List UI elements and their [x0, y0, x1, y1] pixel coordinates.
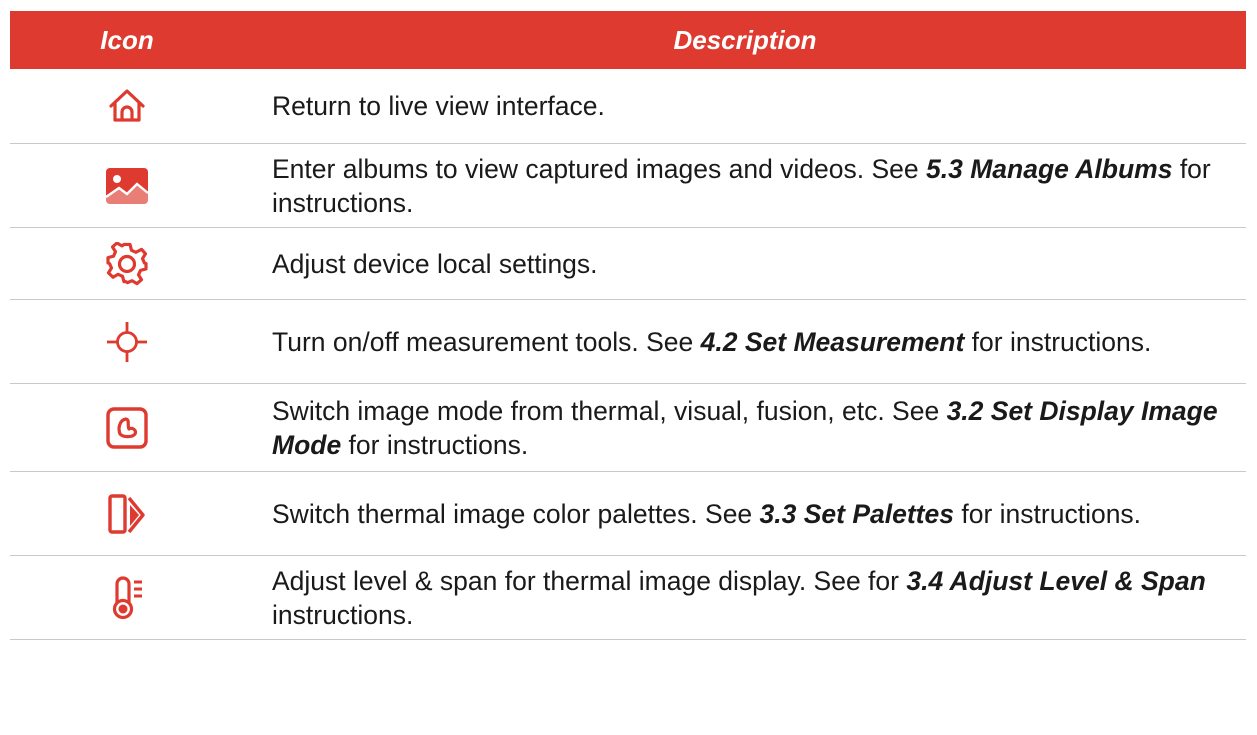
image-mode-icon [106, 406, 148, 449]
header-description-column: Description [673, 24, 817, 55]
table-row: Adjust device local settings. [10, 228, 1246, 300]
icon-description-table: Icon Description Return to live view int… [10, 11, 1246, 640]
row-description: Switch thermal image color palettes. See… [272, 498, 1142, 529]
section-reference[interactable]: 4.2 Set Measurement [701, 327, 965, 357]
row-description: Return to live view interface. [272, 91, 605, 121]
header-icon-column: Icon [100, 24, 154, 55]
table-row: Switch thermal image color palettes. See… [10, 472, 1246, 556]
table-row: Enter albums to view captured images and… [10, 144, 1246, 228]
table-row: Switch image mode from thermal, visual, … [10, 384, 1246, 472]
section-reference[interactable]: 3.4 Adjust Level & Span [906, 566, 1205, 596]
row-description: Turn on/off measurement tools. See 4.2 S… [272, 326, 1152, 357]
table-row: Turn on/off measurement tools. See 4.2 S… [10, 300, 1246, 384]
table-row: Return to live view interface. [10, 69, 1246, 144]
palette-icon [107, 493, 147, 535]
table-header: Icon Description [10, 11, 1246, 69]
home-icon [106, 86, 148, 126]
thermometer-icon [106, 575, 148, 620]
row-description: Adjust device local settings. [272, 248, 598, 279]
row-description: Adjust level & span for thermal image di… [272, 565, 1206, 630]
album-icon [105, 167, 149, 205]
row-description: Enter albums to view captured images and… [272, 153, 1211, 218]
section-reference[interactable]: 3.3 Set Palettes [760, 499, 954, 529]
row-description: Switch image mode from thermal, visual, … [272, 395, 1218, 460]
crosshair-icon [105, 320, 149, 364]
table-row: Adjust level & span for thermal image di… [10, 556, 1246, 640]
gear-icon [105, 241, 149, 286]
section-reference[interactable]: 5.3 Manage Albums [926, 154, 1172, 184]
